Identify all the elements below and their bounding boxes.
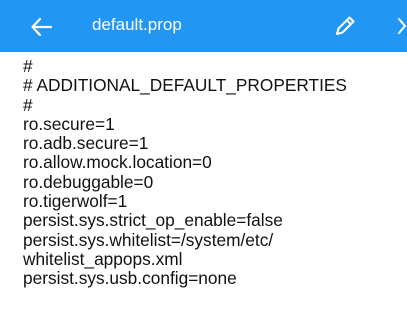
file-viewer-screen: default.prop # # ADDITIONAL_DEFAULT_PROPE… — [0, 0, 407, 311]
file-title: default.prop — [92, 15, 182, 34]
more-options-button[interactable] — [397, 14, 407, 38]
edit-button[interactable] — [331, 12, 359, 40]
file-line: # — [23, 94, 33, 115]
file-line: persist.sys.whitelist=/system/etc/ — [23, 229, 274, 250]
file-line: ro.debuggable=0 — [23, 171, 154, 192]
back-button[interactable] — [27, 12, 57, 42]
file-line: persist.sys.strict_op_enable=false — [23, 210, 283, 231]
file-line: ro.tigerwolf=1 — [23, 191, 128, 212]
pencil-icon — [336, 16, 355, 35]
file-content[interactable]: # # ADDITIONAL_DEFAULT_PROPERTIES # ro.secu… — [23, 57, 407, 311]
file-line: whitelist_appops.xml — [23, 248, 183, 269]
overflow-icon — [398, 18, 407, 34]
file-line: ro.adb.secure=1 — [23, 133, 149, 154]
file-line: # — [23, 57, 33, 76]
arrow-left-icon — [31, 17, 53, 37]
app-toolbar: default.prop — [0, 0, 407, 52]
file-line: persist.sys.usb.config=none — [23, 268, 237, 289]
file-line: ro.allow.mock.location=0 — [23, 152, 212, 173]
file-line: # ADDITIONAL_DEFAULT_PROPERTIES — [23, 75, 347, 96]
file-line: ro.secure=1 — [23, 113, 115, 134]
